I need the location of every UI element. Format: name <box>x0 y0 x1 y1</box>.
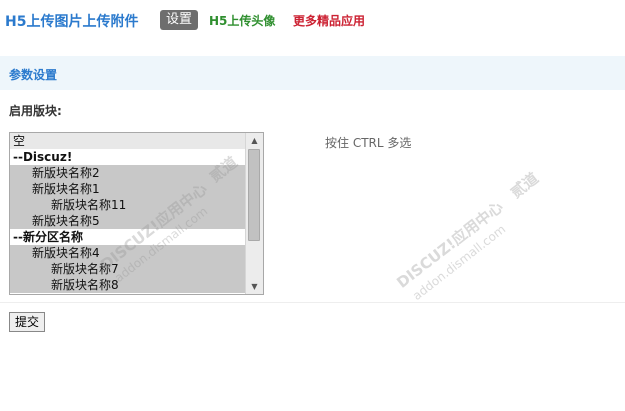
submit-button[interactable]: 提交 <box>9 312 45 332</box>
tab-settings[interactable]: 设置 <box>160 10 198 30</box>
section-header: 参数设置 <box>0 56 625 90</box>
top-nav: H5上传图片上传附件 设置 H5上传头像 更多精品应用 <box>0 0 625 40</box>
listbox-option[interactable]: 新版块名称8 <box>10 277 246 293</box>
app-title[interactable]: H5上传图片上传附件 <box>5 11 138 31</box>
listbox-scrollbar[interactable]: ▲ ▼ <box>245 133 263 294</box>
tab-h5-avatar-upload[interactable]: H5上传头像 <box>209 12 275 29</box>
triangle-up-icon[interactable]: ▲ <box>246 133 263 148</box>
section-title: 参数设置 <box>9 68 58 82</box>
tab-more-apps[interactable]: 更多精品应用 <box>293 12 365 29</box>
triangle-down-icon[interactable]: ▼ <box>246 279 263 294</box>
listbox-option[interactable]: 空 <box>10 133 246 149</box>
scroll-thumb[interactable] <box>248 149 260 241</box>
option-group[interactable]: --Discuz! <box>10 149 246 165</box>
multiselect-hint: 按住 CTRL 多选 <box>325 136 412 150</box>
enable-forums-label: 启用版块: <box>9 104 62 118</box>
listbox-option[interactable]: 新版块名称5 <box>10 213 246 229</box>
listbox-option[interactable]: 新版块名称11 <box>10 197 246 213</box>
divider <box>0 302 625 303</box>
